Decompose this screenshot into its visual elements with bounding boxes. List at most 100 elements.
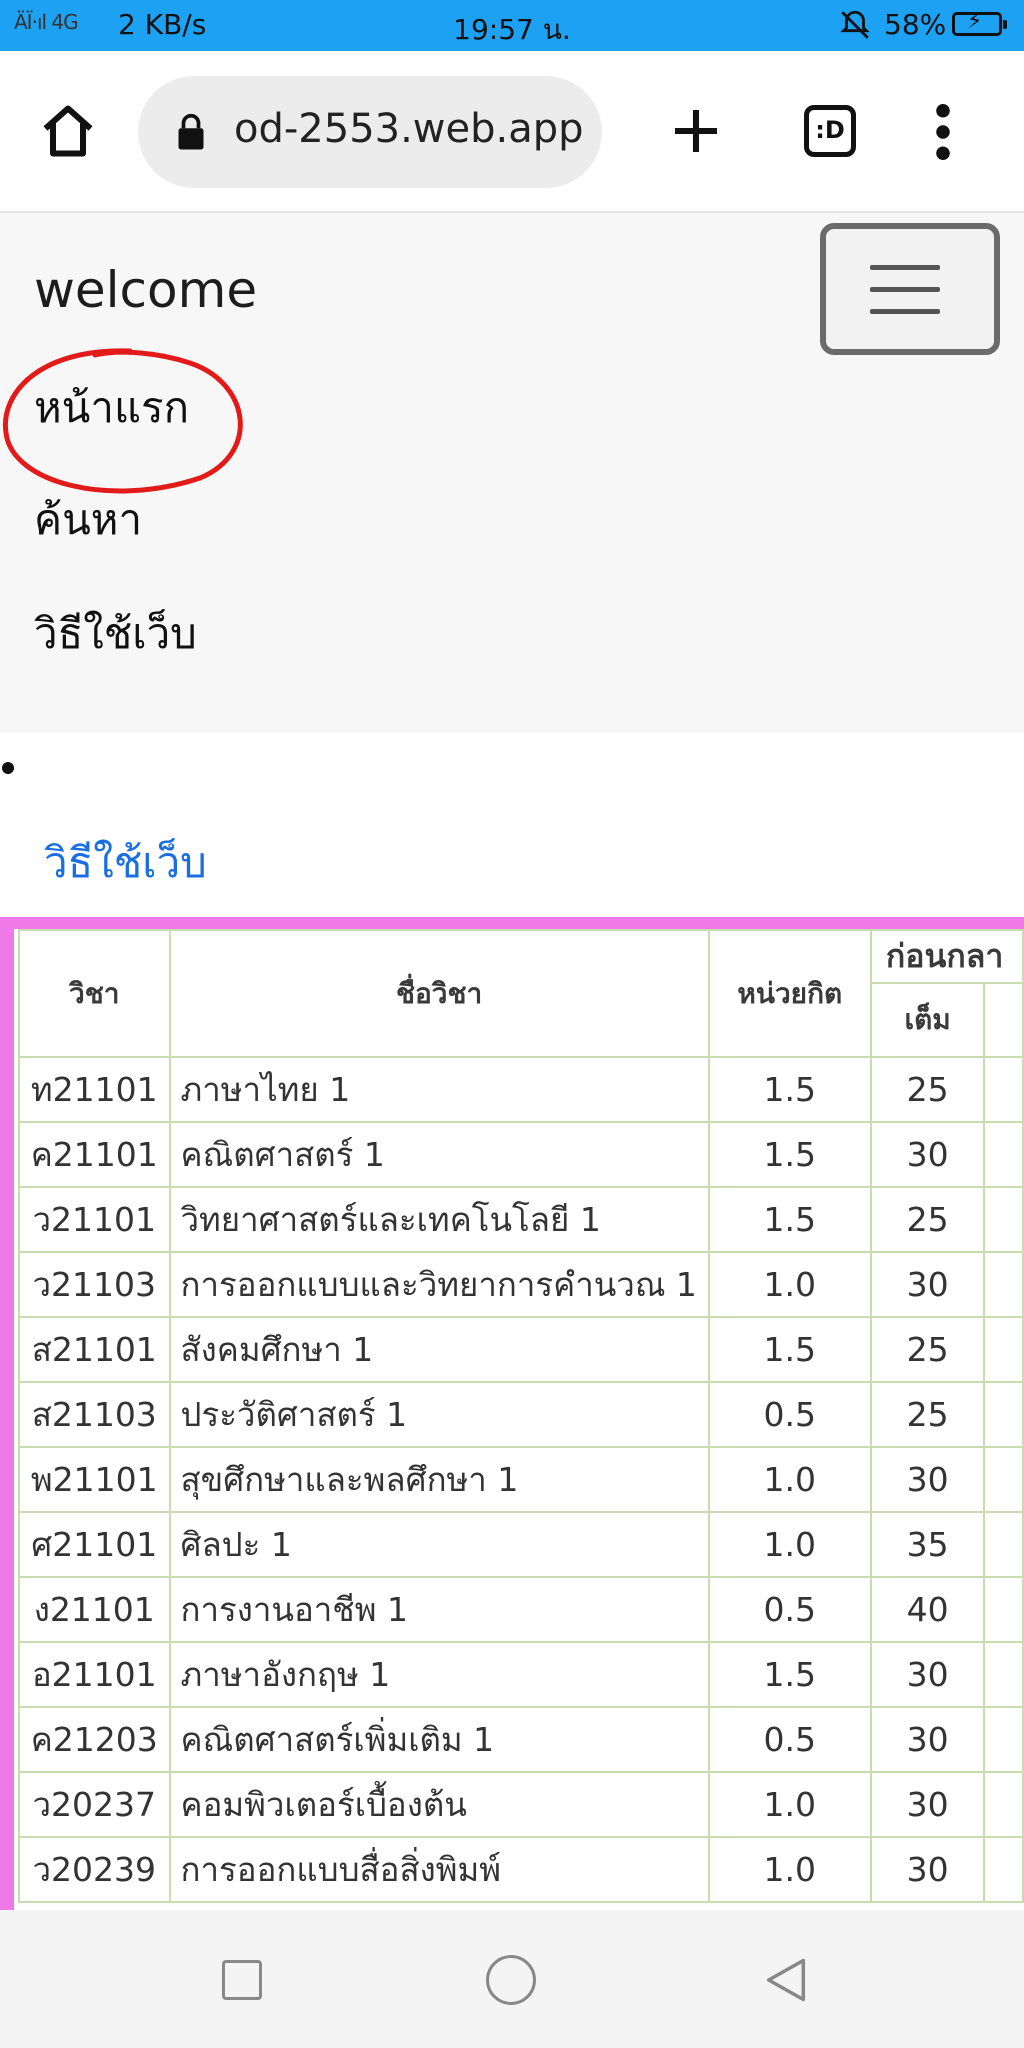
cell-unit: 1.0 [707, 1251, 872, 1318]
cell-name: สุขศึกษาและพลศึกษา 1 [168, 1446, 710, 1513]
table-row: ว20239 การออกแบบสื่อสิ่งพิมพ์ 1.0 30 [18, 1836, 1024, 1903]
cell-code: อ21101 [18, 1641, 171, 1708]
table-row: ว21101 วิทยาศาสตร์และเทคโนโลยี 1 1.5 25 [18, 1186, 1024, 1253]
cell-code: ส21103 [18, 1381, 171, 1448]
cell-code: ว21101 [18, 1186, 171, 1253]
cell-name: ศิลปะ 1 [168, 1511, 710, 1578]
cell-full: 30 [869, 1771, 986, 1838]
cell-full: 30 [869, 1251, 986, 1318]
cell-extra [983, 1511, 1024, 1578]
nav-link-search[interactable]: ค้นหา [34, 487, 142, 553]
nav-link-howto[interactable]: วิธีใช้เว็บ [34, 601, 197, 667]
cell-name: ภาษาอังกฤษ 1 [168, 1641, 710, 1708]
cell-full: 30 [869, 1706, 986, 1773]
cell-code: พ21101 [18, 1446, 171, 1513]
cell-unit: 1.5 [707, 1316, 872, 1383]
cell-full: 25 [869, 1056, 986, 1123]
battery-percent: 58% [884, 8, 947, 41]
table-row: ส21103 ประวัติศาสตร์ 1 0.5 25 [18, 1381, 1024, 1448]
cell-name: การออกแบบและวิทยาการคำนวณ 1 [168, 1251, 710, 1318]
pink-border-top [0, 917, 1024, 929]
url-text: od-2553.web.app [234, 106, 584, 152]
cell-unit: 1.0 [707, 1446, 872, 1513]
cell-extra [983, 1121, 1024, 1188]
home-circle-icon[interactable] [486, 1955, 536, 2005]
cell-full: 25 [869, 1381, 986, 1448]
cell-extra [983, 1706, 1024, 1773]
cell-unit: 0.5 [707, 1381, 872, 1448]
cell-code: ง21101 [18, 1576, 171, 1643]
cell-extra [983, 1381, 1024, 1448]
cell-extra [983, 1251, 1024, 1318]
cell-unit: 1.5 [707, 1641, 872, 1708]
battery-icon: ⚡ [952, 9, 1007, 36]
howto-link[interactable]: วิธีใช้เว็บ [44, 830, 207, 896]
header-code: วิชา [18, 929, 171, 1058]
cell-extra [983, 1836, 1024, 1903]
browser-toolbar: od-2553.web.app :D [0, 51, 1024, 213]
cell-extra [983, 1576, 1024, 1643]
cell-name: การงานอาชีพ 1 [168, 1576, 710, 1643]
cell-unit: 0.5 [707, 1706, 872, 1773]
address-bar[interactable]: od-2553.web.app [138, 76, 602, 188]
tab-switcher-button[interactable]: :D [804, 105, 856, 157]
cell-full: 30 [869, 1641, 986, 1708]
table-row: ง21101 การงานอาชีพ 1 0.5 40 [18, 1576, 1024, 1643]
new-tab-plus-icon[interactable] [668, 103, 724, 159]
system-nav-bar [0, 1910, 1024, 2048]
cell-name: ภาษาไทย 1 [168, 1056, 710, 1123]
navbar-brand[interactable]: welcome [34, 261, 257, 319]
cell-name: สังคมศึกษา 1 [168, 1316, 710, 1383]
cell-unit: 0.5 [707, 1576, 872, 1643]
cell-full: 30 [869, 1446, 986, 1513]
cell-unit: 1.5 [707, 1056, 872, 1123]
cell-full: 25 [869, 1316, 986, 1383]
header-full: เต็ม [869, 982, 986, 1058]
cell-extra [983, 1771, 1024, 1838]
header-unit: หน่วยกิต [707, 929, 872, 1058]
cell-name: ประวัติศาสตร์ 1 [168, 1381, 710, 1448]
site-navbar: welcome หน้าแรก ค้นหา วิธีใช้เว็บ [0, 213, 1024, 733]
cell-full: 35 [869, 1511, 986, 1578]
cell-full: 30 [869, 1836, 986, 1903]
cell-extra [983, 1316, 1024, 1383]
cell-name: วิทยาศาสตร์และเทคโนโลยี 1 [168, 1186, 710, 1253]
cell-name: คอมพิวเตอร์เบื้องต้น [168, 1771, 710, 1838]
cell-code: ค21203 [18, 1706, 171, 1773]
cell-name: การออกแบบสื่อสิ่งพิมพ์ [168, 1836, 710, 1903]
cell-code: ท21101 [18, 1056, 171, 1123]
cell-unit: 1.0 [707, 1511, 872, 1578]
home-icon[interactable] [38, 101, 98, 161]
recent-apps-icon[interactable] [222, 1960, 262, 2000]
header-name: ชื่อวิชา [168, 929, 710, 1058]
bell-off-icon [838, 8, 872, 49]
back-triangle-icon[interactable] [760, 1954, 812, 2006]
navbar-toggler-button[interactable] [820, 223, 1000, 355]
lock-icon [178, 113, 204, 150]
cell-code: ว20237 [18, 1771, 171, 1838]
cell-full: 25 [869, 1186, 986, 1253]
grades-table-container[interactable]: วิชา ชื่อวิชา หน่วยกิต ก่อนกลา เต็ม ท211… [0, 917, 1024, 1910]
cell-name: คณิตศาสตร์ 1 [168, 1121, 710, 1188]
header-group-midterm: ก่อนกลา [869, 929, 1024, 984]
status-bar: ÄÏ·ıl 4G 2 KB/s 19:57 น. 58% ⚡ [0, 0, 1024, 51]
cell-code: ศ21101 [18, 1511, 171, 1578]
list-bullet [2, 762, 14, 774]
cell-full: 40 [869, 1576, 986, 1643]
more-menu-icon[interactable] [928, 103, 958, 161]
cell-code: ค21101 [18, 1121, 171, 1188]
cell-code: ส21101 [18, 1316, 171, 1383]
nav-link-home[interactable]: หน้าแรก [34, 375, 189, 441]
cell-extra [983, 1641, 1024, 1708]
cell-extra [983, 1186, 1024, 1253]
cell-full: 30 [869, 1121, 986, 1188]
table-row: ว21103 การออกแบบและวิทยาการคำนวณ 1 1.0 30 [18, 1251, 1024, 1318]
header-extra [983, 982, 1024, 1058]
cell-name: คณิตศาสตร์เพิ่มเติม 1 [168, 1706, 710, 1773]
cell-unit: 1.5 [707, 1121, 872, 1188]
table-row: ว20237 คอมพิวเตอร์เบื้องต้น 1.0 30 [18, 1771, 1024, 1838]
grades-table: วิชา ชื่อวิชา หน่วยกิต ก่อนกลา เต็ม ท211… [18, 929, 1024, 1903]
cell-code: ว20239 [18, 1836, 171, 1903]
cell-extra [983, 1446, 1024, 1513]
table-row: ศ21101 ศิลปะ 1 1.0 35 [18, 1511, 1024, 1578]
